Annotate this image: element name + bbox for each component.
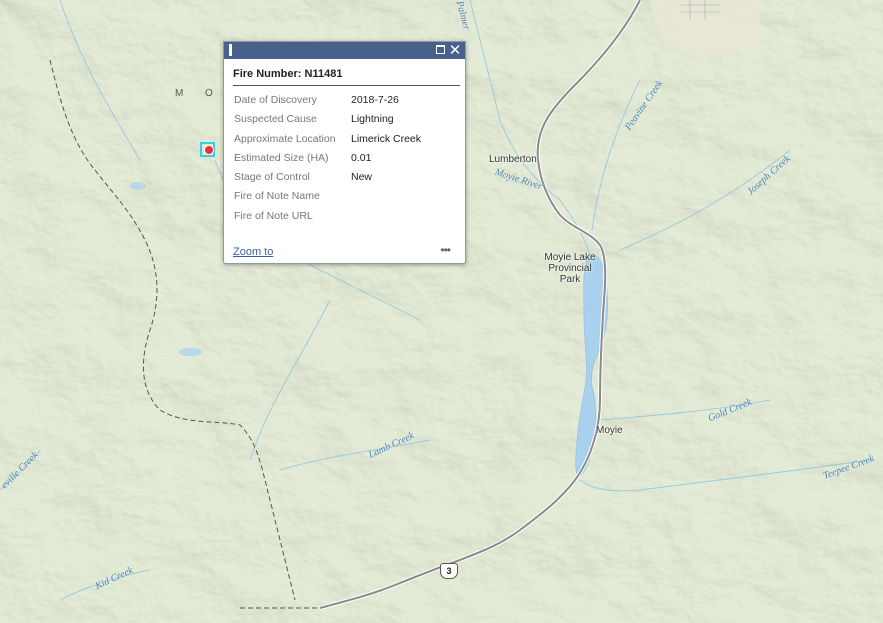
- maximize-icon[interactable]: [436, 45, 445, 54]
- highway-shield: 3: [440, 563, 458, 579]
- attribute-key: Fire of Note Name: [234, 190, 320, 203]
- attribute-table: Date of Discovery 2018-7-26 Suspected Cau…: [234, 94, 421, 229]
- park-label: Moyie Lake Provincial Park: [535, 252, 605, 285]
- attribute-key: Date of Discovery: [234, 94, 317, 106]
- divider: [233, 85, 460, 86]
- attribute-value: [351, 210, 421, 229]
- popup-header[interactable]: ✕: [224, 42, 465, 59]
- attribute-key: Estimated Size (HA): [234, 151, 329, 164]
- attribute-row: Suspected Cause Lightning: [234, 113, 421, 132]
- place-label-moyie: Moyie: [596, 425, 623, 436]
- close-icon[interactable]: ✕: [448, 42, 462, 59]
- attribute-row: Approximate Location Limerick Creek: [234, 133, 421, 152]
- zoom-to-link[interactable]: Zoom to: [233, 246, 273, 258]
- popup-title: Fire Number: N11481: [233, 68, 343, 80]
- attribute-key: Fire of Note URL: [234, 209, 313, 222]
- small-lake: [178, 348, 202, 356]
- drag-handle-icon[interactable]: [229, 44, 232, 56]
- attribute-value: [351, 190, 421, 209]
- place-label-lumberton: Lumberton: [489, 154, 537, 165]
- attribute-value: 2018-7-26: [351, 94, 399, 106]
- attribute-value: New: [351, 171, 373, 184]
- small-lake: [130, 182, 146, 190]
- attribute-value: Lightning: [351, 113, 394, 126]
- park-label-line: Provincial: [548, 263, 592, 274]
- fire-marker-icon[interactable]: [204, 145, 214, 155]
- attribute-key: Approximate Location: [234, 132, 336, 145]
- attribute-value: 0.01: [351, 151, 372, 164]
- more-actions-icon[interactable]: •••: [440, 243, 451, 257]
- attribute-key: Suspected Cause: [234, 113, 317, 126]
- mountain-label: M: [175, 88, 186, 99]
- attribute-row: Fire of Note Name: [234, 190, 421, 209]
- attribute-value: Limerick Creek: [351, 132, 422, 145]
- attribute-row: Date of Discovery 2018-7-26: [234, 94, 421, 113]
- attribute-row: Fire of Note URL: [234, 210, 421, 229]
- attribute-key: Stage of Control: [234, 171, 310, 184]
- fire-info-popup: ✕ Fire Number: N11481 Date of Discovery 2…: [223, 41, 466, 264]
- park-label-line: Park: [559, 274, 581, 285]
- attribute-row: Stage of Control New: [234, 171, 421, 190]
- attribute-row: Estimated Size (HA) 0.01: [234, 152, 421, 171]
- mountain-label: O: [205, 88, 215, 99]
- park-label-line: Moyie Lake: [544, 252, 596, 263]
